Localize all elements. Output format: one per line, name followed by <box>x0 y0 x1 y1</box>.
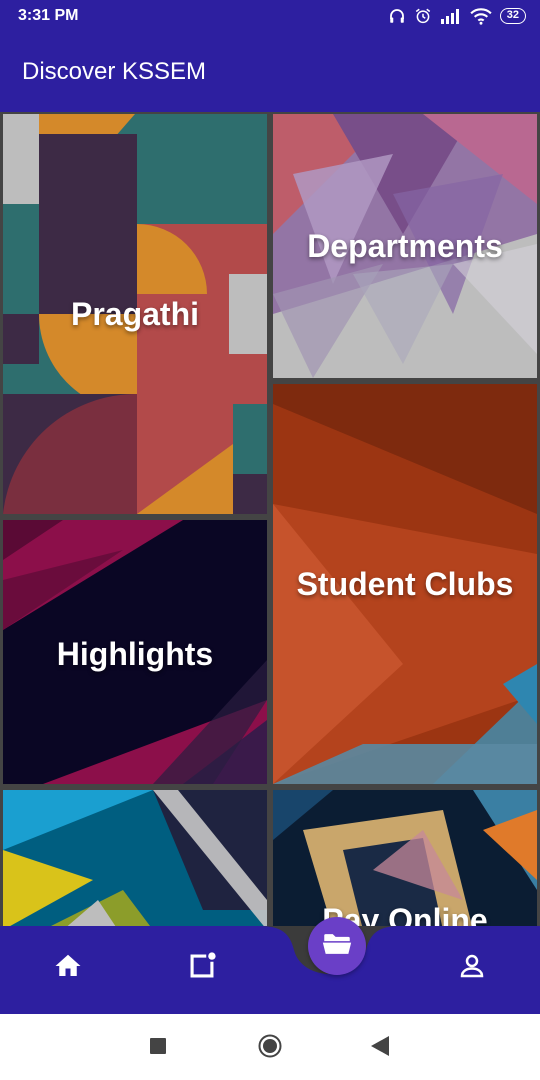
status-icons: 32 <box>388 7 526 25</box>
tile-label: Pay Online <box>322 902 488 926</box>
signal-icon <box>440 8 462 24</box>
back-button[interactable] <box>368 1035 392 1061</box>
wifi-icon <box>470 7 492 25</box>
tile-student-clubs[interactable]: Student Clubs <box>273 384 537 784</box>
alarm-icon <box>414 7 432 25</box>
notifications-icon <box>185 949 219 988</box>
tile-pay-online[interactable]: Pay Online <box>273 790 537 926</box>
nav-profile-button[interactable] <box>448 944 496 992</box>
tile-label: Highlights <box>56 636 214 672</box>
nav-notifications-button[interactable] <box>178 944 226 992</box>
profile-icon <box>457 951 487 986</box>
page-title: Discover KSSEM <box>22 58 207 85</box>
home-icon <box>53 951 83 986</box>
app-bar: Discover KSSEM <box>0 32 540 112</box>
discover-grid: Pragathi Departments Highlights Student … <box>0 112 540 926</box>
folder-icon <box>320 927 354 966</box>
home-button[interactable] <box>258 1034 282 1063</box>
folder-fab-button[interactable] <box>308 917 366 975</box>
tile-label: Departments <box>307 228 503 264</box>
tile-highlights[interactable]: Highlights <box>3 520 267 784</box>
status-time: 3:31 PM <box>18 7 79 24</box>
tile-bottom-left[interactable] <box>3 790 267 926</box>
tile-label: Student Clubs <box>296 566 514 602</box>
status-bar: 3:31 PM 32 <box>0 0 540 32</box>
triangle-back-icon <box>371 1035 389 1061</box>
tile-pragathi[interactable]: Pragathi <box>3 114 267 514</box>
battery-icon: 32 <box>499 8 526 24</box>
tile-departments[interactable]: Departments <box>273 114 537 378</box>
system-navigation <box>0 1014 540 1080</box>
headphones-icon <box>388 7 406 25</box>
square-icon <box>150 1037 166 1059</box>
tile-label: Pragathi <box>70 296 200 332</box>
nav-home-button[interactable] <box>44 944 92 992</box>
recents-button[interactable] <box>146 1036 170 1060</box>
circle-icon <box>258 1034 282 1063</box>
tile-background <box>3 790 267 926</box>
